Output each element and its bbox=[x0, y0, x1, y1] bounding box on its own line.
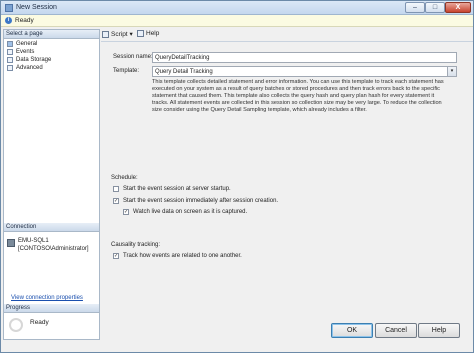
view-connection-properties-link[interactable]: View connection properties bbox=[11, 295, 83, 301]
server-icon bbox=[7, 239, 15, 247]
watch-live-data-checkbox[interactable]: ✓ Watch live data on screen as it is cap… bbox=[123, 208, 247, 216]
checkbox-label: Start the event session at server startu… bbox=[123, 186, 231, 192]
template-label: Template: bbox=[113, 68, 140, 74]
template-select[interactable]: Query Detail Tracking ▾ bbox=[152, 66, 457, 77]
template-value: Query Detail Tracking bbox=[155, 69, 213, 75]
connection-user: [CONTOSO\Administrator] bbox=[18, 246, 89, 252]
close-button[interactable]: X bbox=[445, 2, 471, 13]
page-icon bbox=[7, 65, 13, 71]
checkbox-box: ✓ bbox=[113, 198, 119, 204]
page-item-label: Events bbox=[16, 49, 35, 55]
script-label: Script bbox=[111, 31, 128, 38]
toolbar: Script ▾ Help bbox=[101, 29, 473, 40]
page-list: General Events Data Storage Advanced bbox=[6, 40, 98, 72]
page-item-general[interactable]: General bbox=[6, 40, 98, 48]
ok-button[interactable]: OK bbox=[331, 323, 373, 338]
window-title: New Session bbox=[16, 4, 57, 11]
minimize-button[interactable]: – bbox=[405, 2, 425, 13]
page-item-advanced[interactable]: Advanced bbox=[6, 64, 98, 72]
help-icon bbox=[137, 30, 144, 37]
window-icon bbox=[5, 4, 13, 12]
checkbox-label: Watch live data on screen as it is captu… bbox=[133, 209, 248, 215]
help-button[interactable]: Help bbox=[418, 323, 460, 338]
select-page-header: Select a page bbox=[4, 30, 99, 39]
help-label: Help bbox=[146, 30, 160, 38]
session-name-label: Session name: bbox=[113, 54, 153, 60]
page-icon bbox=[7, 41, 13, 47]
title-bar: New Session – □ X bbox=[1, 1, 473, 15]
connection-header: Connection bbox=[4, 223, 99, 232]
info-icon: i bbox=[5, 17, 12, 24]
page-item-label: General bbox=[16, 41, 38, 47]
schedule-label: Schedule: bbox=[111, 175, 138, 181]
chevron-down-icon: ▾ bbox=[447, 67, 456, 76]
page-item-label: Data Storage bbox=[16, 57, 52, 63]
page-item-events[interactable]: Events bbox=[6, 48, 98, 56]
start-at-server-startup-checkbox[interactable]: Start the event session at server startu… bbox=[113, 185, 231, 193]
progress-status: Ready bbox=[30, 319, 49, 326]
session-name-input[interactable]: QueryDetailTracking bbox=[152, 52, 457, 63]
checkbox-label: Track how events are related to one anot… bbox=[123, 253, 242, 259]
page-item-data-storage[interactable]: Data Storage bbox=[6, 56, 98, 64]
template-description: This template collects detailed statemen… bbox=[152, 79, 444, 113]
server-name: EMU-SQL1 bbox=[18, 238, 49, 244]
causality-tracking-label: Causality tracking: bbox=[111, 242, 161, 248]
start-immediately-checkbox[interactable]: ✓ Start the event session immediately af… bbox=[113, 197, 278, 205]
script-button[interactable]: Script ▾ bbox=[102, 30, 133, 38]
checkbox-box: ✓ bbox=[113, 253, 119, 259]
status-text: Ready bbox=[15, 17, 34, 24]
chevron-down-icon: ▾ bbox=[129, 31, 133, 38]
script-icon bbox=[102, 30, 109, 38]
page-icon bbox=[7, 57, 13, 63]
checkbox-label: Start the event session immediately afte… bbox=[123, 198, 279, 204]
status-strip: i Ready bbox=[1, 15, 473, 27]
progress-header: Progress bbox=[4, 304, 99, 313]
page-item-label: Advanced bbox=[16, 65, 43, 71]
progress-spinner-icon bbox=[9, 318, 23, 332]
track-events-checkbox[interactable]: ✓ Track how events are related to one an… bbox=[113, 252, 242, 260]
cancel-button[interactable]: Cancel bbox=[375, 323, 417, 338]
new-session-window: New Session – □ X i Ready Select a page … bbox=[0, 0, 474, 353]
checkbox-box: ✓ bbox=[123, 209, 129, 215]
left-pane: Select a page General Events Data Storag… bbox=[3, 29, 100, 340]
page-icon bbox=[7, 49, 13, 55]
help-toolbar-button[interactable]: Help bbox=[137, 30, 159, 37]
toolbar-divider bbox=[101, 41, 473, 42]
maximize-button[interactable]: □ bbox=[425, 2, 445, 13]
checkbox-box bbox=[113, 186, 119, 192]
